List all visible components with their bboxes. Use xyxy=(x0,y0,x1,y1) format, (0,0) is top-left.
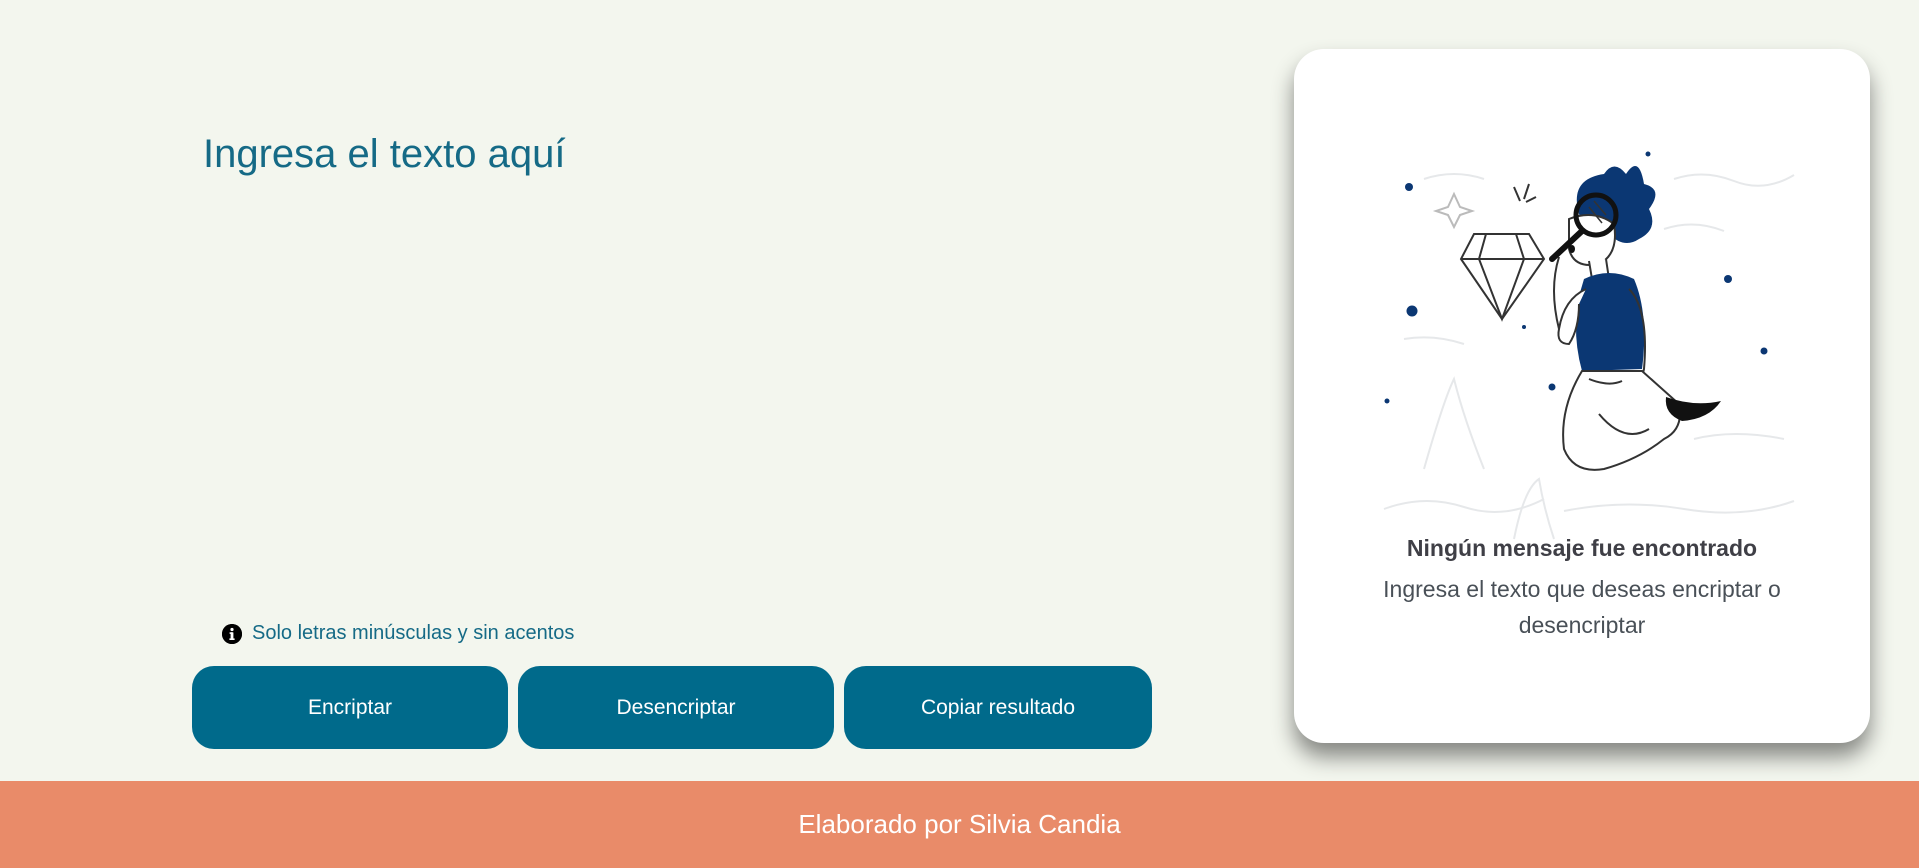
encrypt-button[interactable]: Encriptar xyxy=(192,666,508,749)
info-icon xyxy=(222,623,242,644)
hint: Solo letras minúsculas y sin acentos xyxy=(222,622,574,645)
text-input[interactable] xyxy=(191,120,1151,590)
footer-text: Elaborado por Silvia Candia xyxy=(798,809,1121,839)
footer: Elaborado por Silvia Candia xyxy=(0,781,1919,868)
person-with-magnifying-glass-illustration xyxy=(1383,151,1795,540)
result-title: Ningún mensaje fue encontrado xyxy=(1406,535,1758,561)
hint-text: Solo letras minúsculas y sin acentos xyxy=(252,622,575,644)
copy-result-button[interactable]: Copiar resultado xyxy=(844,666,1152,749)
result-card: Ningún mensaje fue encontrado Ingresa el… xyxy=(1294,49,1870,743)
result-text: Ingresa el texto que deseas encriptar o … xyxy=(1383,576,1781,638)
decrypt-button[interactable]: Desencriptar xyxy=(518,666,834,749)
main-area: Solo letras minúsculas y sin acentos Enc… xyxy=(0,0,1919,781)
page: Solo letras minúsculas y sin acentos Enc… xyxy=(0,0,1919,868)
